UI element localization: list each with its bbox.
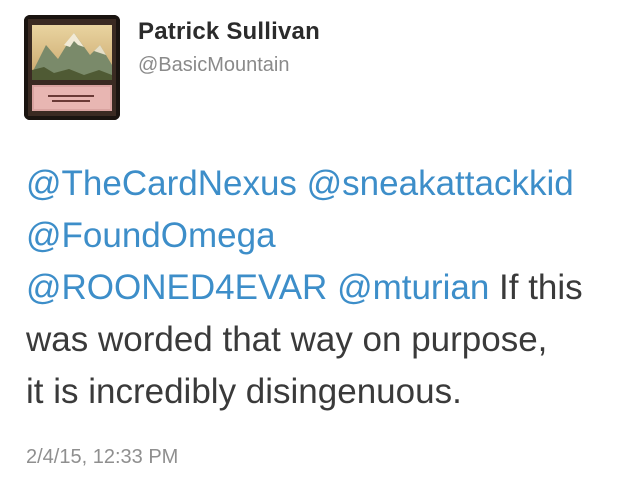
tweet-text-segment: If this bbox=[489, 268, 583, 307]
mention-link[interactable]: @sneakattackkid bbox=[307, 164, 574, 203]
mention-link[interactable]: @mturian bbox=[337, 268, 489, 307]
author-display-name[interactable]: Patrick Sullivan bbox=[138, 18, 320, 46]
mention-link[interactable]: @FoundOmega bbox=[26, 216, 276, 255]
tweet-line-4: was worded that way on purpose, bbox=[26, 320, 548, 359]
avatar[interactable] bbox=[24, 15, 120, 120]
tweet-card: Patrick Sullivan @BasicMountain @TheCard… bbox=[0, 0, 640, 493]
tweet-text: @TheCardNexus @sneakattackkid @FoundOmeg… bbox=[26, 158, 626, 418]
mention-link[interactable]: @ROONED4EVAR bbox=[26, 268, 327, 307]
tweet-line-1: @TheCardNexus @sneakattackkid bbox=[26, 158, 626, 210]
author-handle[interactable]: @BasicMountain bbox=[138, 54, 289, 77]
avatar-mountain-card-image bbox=[24, 15, 120, 120]
mention-link[interactable]: @TheCardNexus bbox=[26, 164, 297, 203]
tweet-timestamp[interactable]: 2/4/15, 12:33 PM bbox=[26, 446, 178, 469]
tweet-line-3: @ROONED4EVAR @mturian If this bbox=[26, 262, 626, 314]
tweet-line-5: it is incredibly disingenuous. bbox=[26, 372, 462, 411]
tweet-line-2: @FoundOmega bbox=[26, 210, 626, 262]
